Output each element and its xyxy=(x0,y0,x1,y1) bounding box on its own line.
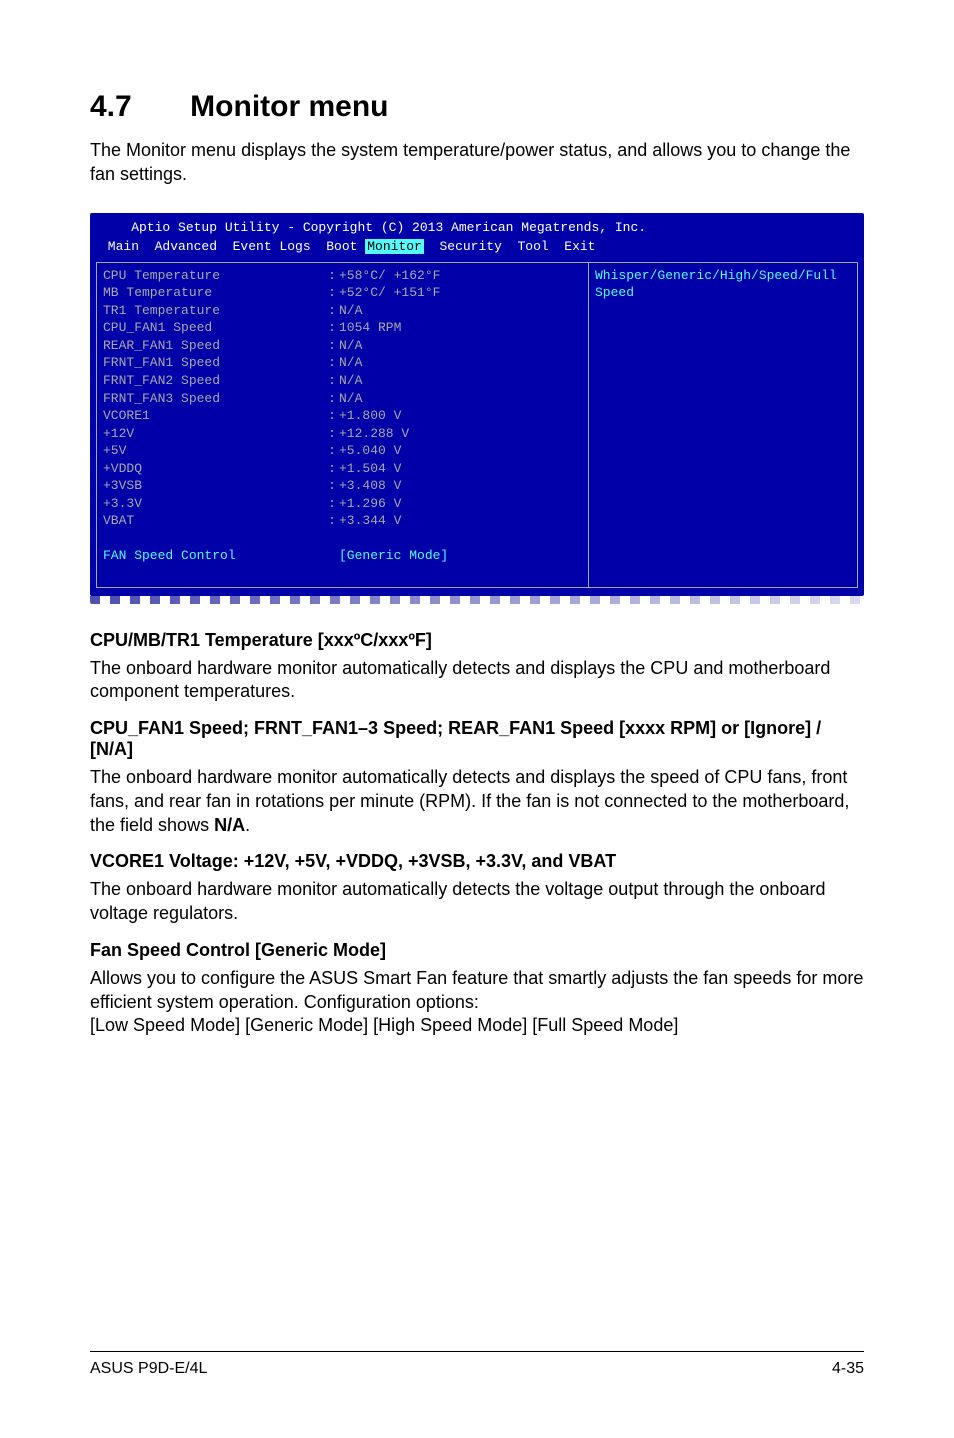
body-fragment: . xyxy=(245,815,250,835)
body-text: The onboard hardware monitor automatical… xyxy=(90,657,864,705)
bios-value: 1054 RPM xyxy=(339,319,582,337)
bios-label: +12V xyxy=(103,425,325,443)
bios-label: VBAT xyxy=(103,512,325,530)
bios-row: +12V : +12.288 V xyxy=(103,425,582,443)
bios-value: +1.296 V xyxy=(339,495,582,513)
bios-screenshot: Aptio Setup Utility - Copyright (C) 2013… xyxy=(90,213,864,596)
bios-left-panel: CPU Temperature : +58°C/ +162°F MB Tempe… xyxy=(96,262,588,588)
bios-label: CPU_FAN1 Speed xyxy=(103,319,325,337)
bios-row: +3VSB : +3.408 V xyxy=(103,477,582,495)
bios-row: VCORE1 : +1.800 V xyxy=(103,407,582,425)
bios-value: +1.800 V xyxy=(339,407,582,425)
bios-colon: : xyxy=(325,442,339,460)
bios-value: [Generic Mode] xyxy=(339,547,582,565)
bios-value: N/A xyxy=(339,337,582,355)
bios-row: FRNT_FAN2 Speed : N/A xyxy=(103,372,582,390)
bios-blank xyxy=(103,565,582,583)
bios-help-text: Whisper/Generic/High/Speed/Full Speed xyxy=(595,267,851,302)
intro-text: The Monitor menu displays the system tem… xyxy=(90,138,864,187)
sub-heading: CPU/MB/TR1 Temperature [xxxºC/xxxºF] xyxy=(90,630,864,651)
bios-header: Aptio Setup Utility - Copyright (C) 2013… xyxy=(90,213,864,239)
heading-title: Monitor menu xyxy=(190,90,388,124)
bios-tabs: Main Advanced Event Logs Boot Monitor Se… xyxy=(90,238,864,262)
heading-number: 4.7 xyxy=(90,90,132,124)
bios-value: +5.040 V xyxy=(339,442,582,460)
bios-colon: : xyxy=(325,512,339,530)
bios-tab-selected: Monitor xyxy=(365,239,424,254)
bios-row-control[interactable]: FAN Speed Control [Generic Mode] xyxy=(103,547,582,565)
bios-label: CPU Temperature xyxy=(103,267,325,285)
bios-colon: : xyxy=(325,477,339,495)
sub-heading: CPU_FAN1 Speed; FRNT_FAN1–3 Speed; REAR_… xyxy=(90,718,864,760)
bios-label: +3.3V xyxy=(103,495,325,513)
footer-right: 4-35 xyxy=(832,1360,864,1378)
bios-label: FRNT_FAN1 Speed xyxy=(103,354,325,372)
bios-colon: : xyxy=(325,495,339,513)
body-text: The onboard hardware monitor automatical… xyxy=(90,766,864,837)
bios-label: FRNT_FAN3 Speed xyxy=(103,390,325,408)
bios-colon: : xyxy=(325,302,339,320)
bios-colon: : xyxy=(325,319,339,337)
bios-blank xyxy=(103,530,582,548)
bios-value: N/A xyxy=(339,302,582,320)
bios-row: FRNT_FAN1 Speed : N/A xyxy=(103,354,582,372)
bios-row: FRNT_FAN3 Speed : N/A xyxy=(103,390,582,408)
body-text: Allows you to configure the ASUS Smart F… xyxy=(90,967,864,1038)
bios-colon: : xyxy=(325,460,339,478)
bios-colon: : xyxy=(325,267,339,285)
bios-label: VCORE1 xyxy=(103,407,325,425)
bios-tabs-post: Security Tool Exit xyxy=(424,239,596,254)
bios-right-panel: Whisper/Generic/High/Speed/Full Speed xyxy=(588,262,858,588)
body-fragment: The onboard hardware monitor automatical… xyxy=(90,767,849,835)
bios-colon: : xyxy=(325,372,339,390)
bios-label: +5V xyxy=(103,442,325,460)
bios-colon: : xyxy=(325,354,339,372)
bios-row: CPU Temperature : +58°C/ +162°F xyxy=(103,267,582,285)
bios-value: +3.344 V xyxy=(339,512,582,530)
bios-colon: : xyxy=(325,337,339,355)
bios-label: MB Temperature xyxy=(103,284,325,302)
bios-value: +1.504 V xyxy=(339,460,582,478)
bios-label: +3VSB xyxy=(103,477,325,495)
footer-left: ASUS P9D-E/4L xyxy=(90,1360,207,1378)
bios-row: CPU_FAN1 Speed : 1054 RPM xyxy=(103,319,582,337)
bios-row: TR1 Temperature : N/A xyxy=(103,302,582,320)
bios-value: +52°C/ +151°F xyxy=(339,284,582,302)
bios-label: TR1 Temperature xyxy=(103,302,325,320)
body-fragment-bold: N/A xyxy=(214,815,245,835)
bios-row: MB Temperature : +52°C/ +151°F xyxy=(103,284,582,302)
page: 4.7 Monitor menu The Monitor menu displa… xyxy=(0,0,954,1438)
section-heading: 4.7 Monitor menu xyxy=(90,90,864,124)
bios-colon: : xyxy=(325,425,339,443)
bios-row: +VDDQ : +1.504 V xyxy=(103,460,582,478)
bios-row: +3.3V : +1.296 V xyxy=(103,495,582,513)
bios-row: +5V : +5.040 V xyxy=(103,442,582,460)
bios-row: VBAT : +3.344 V xyxy=(103,512,582,530)
bios-value: +58°C/ +162°F xyxy=(339,267,582,285)
bios-colon: : xyxy=(325,284,339,302)
bios-body: CPU Temperature : +58°C/ +162°F MB Tempe… xyxy=(90,262,864,596)
bios-value: +3.408 V xyxy=(339,477,582,495)
bios-colon: : xyxy=(325,407,339,425)
bios-row: REAR_FAN1 Speed : N/A xyxy=(103,337,582,355)
bios-value: N/A xyxy=(339,372,582,390)
bios-value: +12.288 V xyxy=(339,425,582,443)
bios-spacer xyxy=(325,547,339,565)
bios-label: FAN Speed Control xyxy=(103,547,325,565)
body-text: The onboard hardware monitor automatical… xyxy=(90,878,864,926)
sub-heading: VCORE1 Voltage: +12V, +5V, +VDDQ, +3VSB,… xyxy=(90,851,864,872)
bios-tabs-pre: Main Advanced Event Logs Boot xyxy=(100,239,365,254)
bios-value: N/A xyxy=(339,390,582,408)
bios-value: N/A xyxy=(339,354,582,372)
page-footer: ASUS P9D-E/4L 4-35 xyxy=(90,1351,864,1378)
bios-colon: : xyxy=(325,390,339,408)
bios-label: REAR_FAN1 Speed xyxy=(103,337,325,355)
bios-label: +VDDQ xyxy=(103,460,325,478)
sub-heading: Fan Speed Control [Generic Mode] xyxy=(90,940,864,961)
bios-label: FRNT_FAN2 Speed xyxy=(103,372,325,390)
